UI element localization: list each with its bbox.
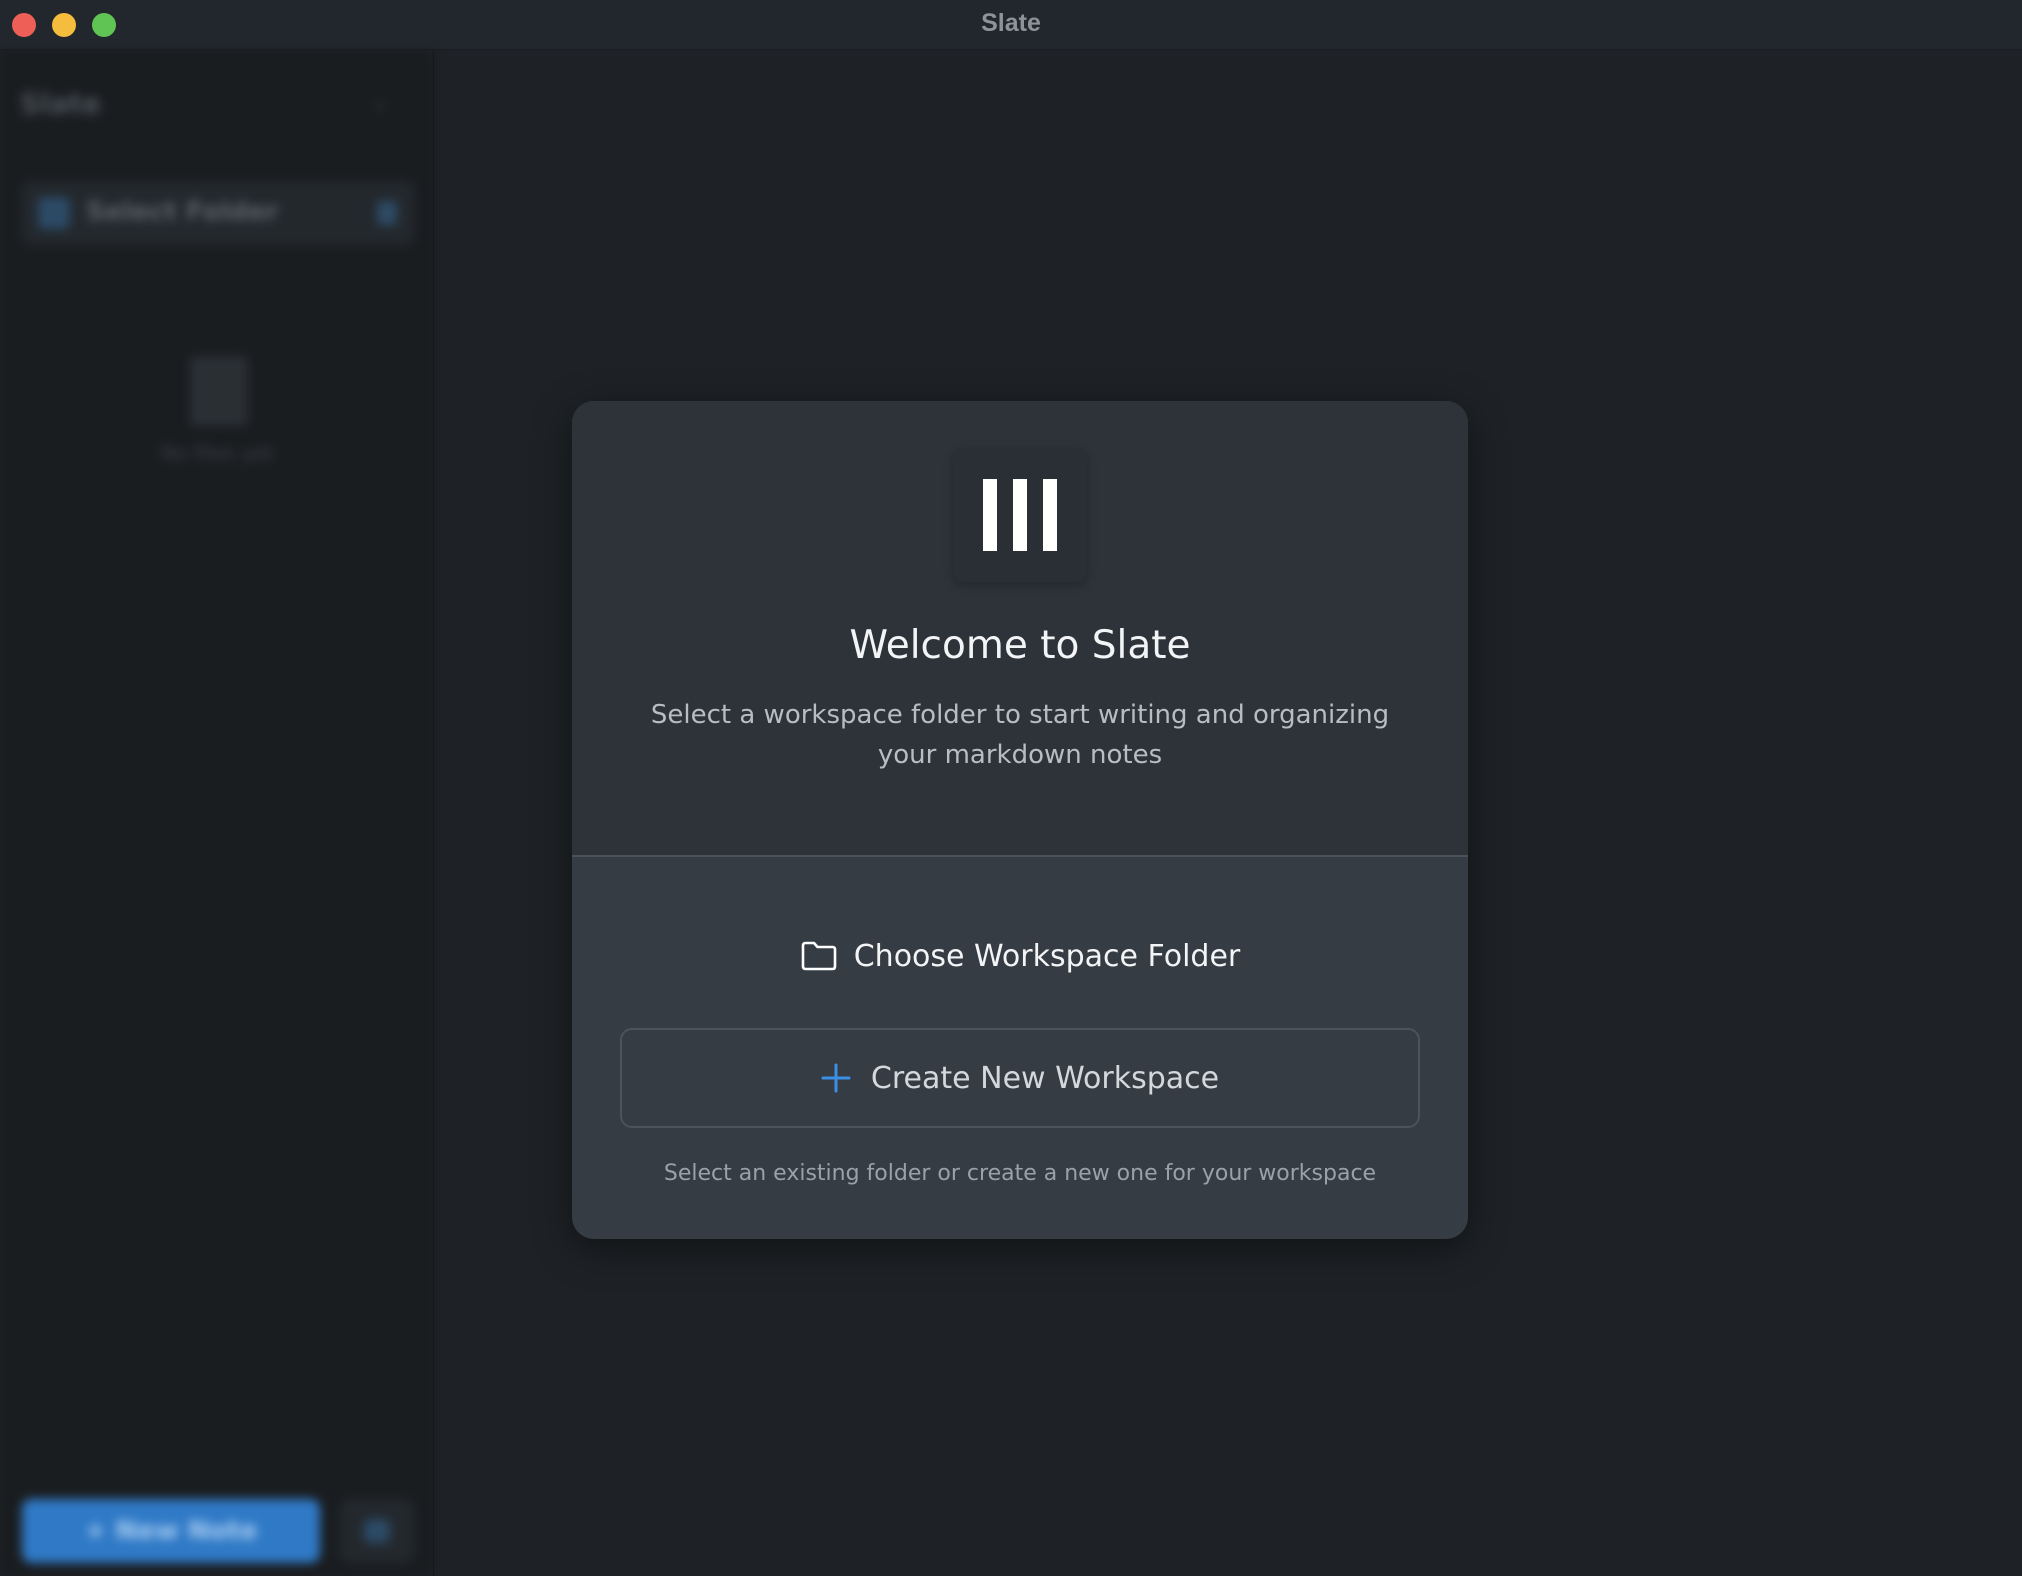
welcome-dialog: Welcome to Slate Select a workspace fold… [572, 401, 1468, 1239]
plus-icon [821, 1063, 851, 1093]
settings-button[interactable] [340, 1499, 414, 1563]
app-window: Slate Slate ‹ Select Folder No files yet… [0, 0, 2022, 1576]
choose-workspace-folder-button[interactable]: Choose Workspace Folder [622, 926, 1418, 986]
logo-bar [1013, 479, 1027, 551]
sidebar-folder-selector[interactable]: Select Folder [22, 181, 414, 245]
window-title: Slate [981, 9, 1041, 37]
welcome-header: Welcome to Slate Select a workspace fold… [572, 401, 1468, 857]
create-new-workspace-button[interactable]: Create New Workspace [620, 1028, 1420, 1128]
folder-icon [800, 940, 838, 972]
file-icon [190, 356, 248, 426]
logo-bar [983, 479, 997, 551]
workspace-hint: Select an existing folder or create a ne… [663, 1161, 1377, 1186]
create-new-workspace-label: Create New Workspace [870, 1060, 1220, 1096]
sidebar-title: Slate [20, 87, 102, 120]
choose-workspace-folder-label: Choose Workspace Folder [853, 938, 1241, 974]
sidebar: Slate ‹ Select Folder No files yet + New… [0, 51, 434, 1576]
chevron-icon [377, 201, 397, 225]
sidebar-folder-label: Select Folder [86, 197, 279, 227]
welcome-subtitle: Select a workspace folder to start writi… [650, 700, 1390, 770]
folder-icon [38, 197, 70, 229]
new-note-button[interactable]: + New Note [22, 1499, 320, 1563]
logo-bar [1043, 479, 1057, 551]
sidebar-divider [433, 51, 434, 1576]
title-bar: Slate [0, 0, 2022, 50]
sidebar-empty-label: No files yet [160, 441, 274, 465]
settings-icon [364, 1519, 390, 1543]
slate-logo-icon [953, 448, 1087, 582]
welcome-title: Welcome to Slate [849, 623, 1191, 668]
sidebar-collapse-icon[interactable]: ‹ [375, 91, 385, 119]
